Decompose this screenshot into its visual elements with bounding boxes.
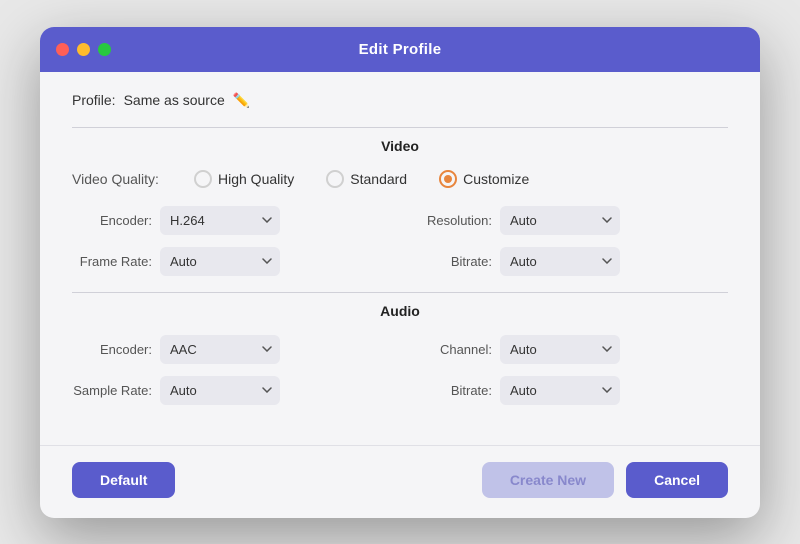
cancel-button[interactable]: Cancel bbox=[626, 462, 728, 498]
frame-rate-label: Frame Rate: bbox=[72, 254, 152, 269]
resolution-field: Resolution: Auto 1080p 720p 480p bbox=[412, 206, 728, 235]
create-new-button[interactable]: Create New bbox=[482, 462, 614, 498]
audio-bitrate-field: Bitrate: Auto 128kbps 256kbps 320kbps bbox=[412, 376, 728, 405]
video-bitrate-label: Bitrate: bbox=[412, 254, 492, 269]
profile-value: Same as source bbox=[124, 92, 225, 108]
encoder-select[interactable]: H.264 H.265 MPEG-4 bbox=[160, 206, 280, 235]
video-fields: Encoder: H.264 H.265 MPEG-4 Resolution: … bbox=[72, 206, 728, 276]
audio-bitrate-select[interactable]: Auto 128kbps 256kbps 320kbps bbox=[500, 376, 620, 405]
audio-section: Audio Encoder: AAC MP3 FLAC Channel: Aut… bbox=[72, 292, 728, 405]
resolution-label: Resolution: bbox=[412, 213, 492, 228]
channel-field: Channel: Auto Mono Stereo bbox=[412, 335, 728, 364]
radio-standard[interactable] bbox=[326, 170, 344, 188]
frame-rate-select[interactable]: Auto 24fps 30fps 60fps bbox=[160, 247, 280, 276]
minimize-button[interactable] bbox=[77, 43, 90, 56]
encoder-label: Encoder: bbox=[72, 213, 152, 228]
quality-customize[interactable]: Customize bbox=[439, 170, 529, 188]
audio-fields: Encoder: AAC MP3 FLAC Channel: Auto Mono… bbox=[72, 335, 728, 405]
footer-right: Create New Cancel bbox=[482, 462, 728, 498]
quality-standard[interactable]: Standard bbox=[326, 170, 407, 188]
quality-standard-label: Standard bbox=[350, 171, 407, 187]
sample-rate-select[interactable]: Auto 44100Hz 48000Hz bbox=[160, 376, 280, 405]
quality-label: Video Quality: bbox=[72, 171, 162, 187]
channel-select[interactable]: Auto Mono Stereo bbox=[500, 335, 620, 364]
audio-encoder-field: Encoder: AAC MP3 FLAC bbox=[72, 335, 388, 364]
sample-rate-field: Sample Rate: Auto 44100Hz 48000Hz bbox=[72, 376, 388, 405]
footer: Default Create New Cancel bbox=[40, 445, 760, 518]
profile-label: Profile: bbox=[72, 92, 116, 108]
close-button[interactable] bbox=[56, 43, 69, 56]
edit-profile-dialog: Edit Profile Profile: Same as source ✏️ … bbox=[40, 27, 760, 518]
video-bitrate-select[interactable]: Auto High Medium Low bbox=[500, 247, 620, 276]
default-button[interactable]: Default bbox=[72, 462, 175, 498]
audio-encoder-select[interactable]: AAC MP3 FLAC bbox=[160, 335, 280, 364]
profile-row: Profile: Same as source ✏️ bbox=[72, 92, 728, 109]
titlebar: Edit Profile bbox=[40, 27, 760, 72]
resolution-select[interactable]: Auto 1080p 720p 480p bbox=[500, 206, 620, 235]
encoder-field: Encoder: H.264 H.265 MPEG-4 bbox=[72, 206, 388, 235]
dialog-title: Edit Profile bbox=[359, 41, 442, 58]
radio-high-quality[interactable] bbox=[194, 170, 212, 188]
quality-row: Video Quality: High Quality Standard Cus… bbox=[72, 170, 728, 188]
video-divider bbox=[72, 127, 728, 128]
audio-encoder-label: Encoder: bbox=[72, 342, 152, 357]
sample-rate-label: Sample Rate: bbox=[72, 383, 152, 398]
frame-rate-field: Frame Rate: Auto 24fps 30fps 60fps bbox=[72, 247, 388, 276]
audio-bitrate-label: Bitrate: bbox=[412, 383, 492, 398]
traffic-lights bbox=[56, 43, 111, 56]
quality-high-label: High Quality bbox=[218, 171, 294, 187]
radio-customize[interactable] bbox=[439, 170, 457, 188]
edit-icon[interactable]: ✏️ bbox=[233, 92, 250, 109]
video-section-title: Video bbox=[72, 138, 728, 154]
quality-high[interactable]: High Quality bbox=[194, 170, 294, 188]
audio-section-title: Audio bbox=[72, 303, 728, 319]
video-bitrate-field: Bitrate: Auto High Medium Low bbox=[412, 247, 728, 276]
channel-label: Channel: bbox=[412, 342, 492, 357]
quality-customize-label: Customize bbox=[463, 171, 529, 187]
audio-divider bbox=[72, 292, 728, 293]
maximize-button[interactable] bbox=[98, 43, 111, 56]
dialog-content: Profile: Same as source ✏️ Video Video Q… bbox=[40, 72, 760, 437]
